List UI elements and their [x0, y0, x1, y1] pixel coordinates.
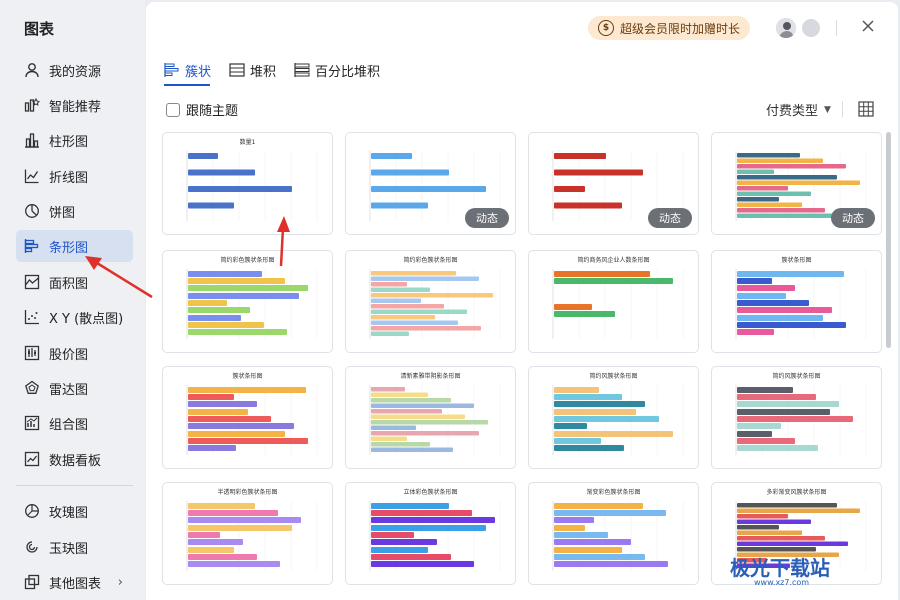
sidebar-item-radar-chart[interactable]: 雷达图 — [16, 372, 133, 404]
watermark: 极光下载站 www.xz7.com — [730, 556, 830, 587]
chevron-right-icon: › — [117, 574, 123, 590]
dynamic-badge: 动态 — [648, 208, 692, 228]
stacked-bar-icon — [229, 63, 245, 77]
chart-template-card[interactable]: 数量1 — [162, 132, 333, 235]
card-title: 数量1 — [239, 139, 256, 146]
scatter-chart-icon — [22, 307, 42, 327]
card-title: 半透明彩色簇状条形图 — [217, 489, 278, 496]
dashboard-icon — [22, 449, 42, 469]
dynamic-badge: 动态 — [465, 208, 509, 228]
header-divider — [836, 20, 837, 36]
sidebar-item-scatter-chart[interactable]: X Y (散点图) — [16, 301, 133, 333]
pie-chart-icon — [22, 201, 42, 221]
sidebar-item-stock-chart[interactable]: 股价图 — [16, 337, 133, 369]
line-chart-icon — [22, 166, 42, 186]
tab-percent-stacked[interactable]: 百分比堆积 — [294, 60, 380, 80]
card-title: 简约彩色簇状条形图 — [403, 257, 458, 264]
chart-template-card[interactable]: 简约彩色簇状条形图 — [345, 250, 516, 353]
chart-template-card[interactable]: 半透明彩色簇状条形图 — [162, 482, 333, 585]
grid-view-icon[interactable] — [858, 101, 874, 117]
ring-chart-icon — [22, 537, 42, 557]
close-icon[interactable] — [858, 16, 878, 36]
sidebar-item-my-resources[interactable]: 我的资源 — [16, 54, 133, 86]
clustered-bar-icon — [164, 63, 179, 77]
card-title: 简约风簇状条形图 — [772, 373, 821, 380]
card-title: 简约彩色簇状条形图 — [220, 257, 275, 264]
chart-template-card[interactable]: 立体彩色簇状条形图 — [345, 482, 516, 585]
user-icon — [22, 60, 42, 80]
sidebar-item-other-charts[interactable]: 其他图表 › — [16, 566, 133, 598]
sidebar-item-line-chart[interactable]: 折线图 — [16, 160, 133, 192]
chart-template-card[interactable]: 简约风簇状条形图 — [711, 366, 882, 469]
chart-template-card[interactable]: 簇状条形图 — [711, 250, 882, 353]
rose-chart-icon — [22, 501, 42, 521]
vip-promo-badge[interactable]: $ 超级会员限时加赠时长 — [588, 16, 750, 40]
caret-down-icon: ▼ — [824, 104, 831, 115]
checkbox-icon — [166, 102, 180, 117]
stock-chart-icon — [22, 343, 42, 363]
chart-template-card[interactable]: 动态 — [711, 132, 882, 235]
sidebar: 图表 我的资源 智能推荐 柱形图 折线图 饼图 条形图 面积图 X Y (散点图… — [0, 0, 145, 600]
toolbar-divider — [842, 101, 843, 117]
sidebar-title: 图表 — [24, 20, 55, 38]
scrollbar[interactable] — [886, 132, 891, 348]
chart-template-card[interactable]: 渐变彩色簇状条形图 — [528, 482, 699, 585]
chart-template-card[interactable]: 动态 — [528, 132, 699, 235]
chart-template-card[interactable]: 简约风簇状条形图 — [528, 366, 699, 469]
bar-chart-icon — [22, 236, 42, 256]
sidebar-item-column-chart[interactable]: 柱形图 — [16, 124, 133, 156]
sidebar-item-dashboard[interactable]: 数据看板 — [16, 443, 133, 475]
card-title: 简约商务风企业人数条形图 — [577, 257, 650, 264]
promo-text: 超级会员限时加赠时长 — [620, 21, 741, 36]
follow-theme-checkbox[interactable]: 跟随主题 — [166, 100, 238, 119]
sidebar-item-smart-recommend[interactable]: 智能推荐 — [16, 89, 133, 121]
sidebar-item-area-chart[interactable]: 面积图 — [16, 266, 133, 298]
percent-stacked-bar-icon — [294, 63, 310, 77]
card-title: 多彩渐变风簇状条形图 — [766, 489, 827, 496]
sidebar-item-combo-chart[interactable]: 组合图 — [16, 407, 133, 439]
sidebar-divider — [16, 485, 133, 486]
sidebar-item-ring-chart[interactable]: 玉玦图 — [16, 531, 133, 563]
avatar[interactable] — [776, 18, 796, 38]
card-title: 简约风簇状条形图 — [589, 373, 638, 380]
radar-chart-icon — [22, 378, 42, 398]
pay-type-dropdown[interactable]: 付费类型 ▼ — [766, 100, 831, 119]
coin-icon: $ — [598, 20, 614, 36]
sidebar-item-bar-chart[interactable]: 条形图 — [16, 230, 133, 262]
card-title: 簇状条形图 — [781, 257, 812, 264]
chart-subtype-tabs: 簇状 堆积 百分比堆积 — [164, 60, 398, 80]
dynamic-badge: 动态 — [831, 208, 875, 228]
other-chart-icon — [22, 572, 42, 592]
column-chart-icon — [22, 130, 42, 150]
smart-recommend-icon — [22, 95, 42, 115]
template-grid: 数量1 动态 动态 动态 简约彩色簇状条形图 简约彩色簇状条形图 简约商务风企业人数条形图簇… — [162, 132, 884, 600]
sidebar-item-pie-chart[interactable]: 饼图 — [16, 195, 133, 227]
area-chart-icon — [22, 272, 42, 292]
card-title: 簇状条形图 — [232, 373, 263, 380]
chart-template-card[interactable]: 清新素雅带阴影条形图 — [345, 366, 516, 469]
chart-template-card[interactable]: 简约商务风企业人数条形图 — [528, 250, 699, 353]
chart-template-card[interactable]: 簇状条形图 — [162, 366, 333, 469]
active-tab-underline — [164, 84, 210, 86]
chart-template-card[interactable]: 简约彩色簇状条形图 — [162, 250, 333, 353]
card-title: 立体彩色簇状条形图 — [403, 489, 458, 496]
combo-chart-icon — [22, 413, 42, 433]
card-title: 渐变彩色簇状条形图 — [586, 489, 641, 496]
sidebar-item-rose-chart[interactable]: 玫瑰图 — [16, 495, 133, 527]
tab-stacked[interactable]: 堆积 — [229, 60, 276, 80]
tab-clustered[interactable]: 簇状 — [164, 60, 211, 80]
member-badge-icon — [802, 19, 820, 37]
chart-gallery-panel: $ 超级会员限时加赠时长 簇状 堆积 百分比堆积 跟随主题 付费类型 ▼ 数量1… — [146, 2, 898, 600]
card-title: 清新素雅带阴影条形图 — [400, 373, 461, 380]
chart-template-card[interactable]: 动态 — [345, 132, 516, 235]
